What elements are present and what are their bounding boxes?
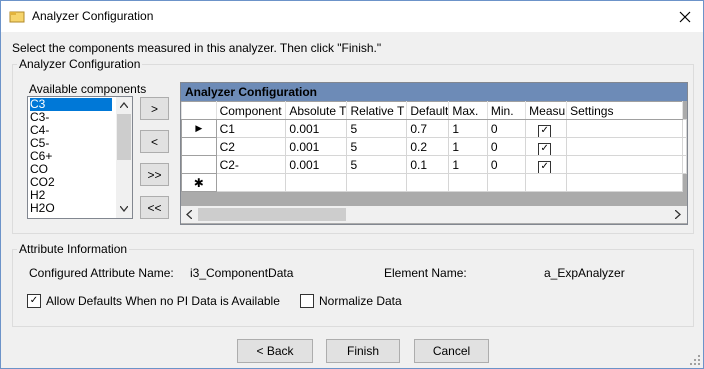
window-title: Analyzer Configuration <box>32 9 154 23</box>
remove-component-button[interactable]: < <box>140 130 169 153</box>
grid-cell-relative[interactable]: 5 <box>346 119 408 138</box>
grid-cell-component[interactable]: C1 <box>215 119 287 138</box>
scroll-left-icon[interactable] <box>186 210 192 219</box>
cancel-button[interactable]: Cancel <box>414 339 489 363</box>
grid-cell-default[interactable]: 0.2 <box>406 137 450 156</box>
add-component-button[interactable]: > <box>140 97 169 120</box>
element-name-value: a_ExpAnalyzer <box>544 266 625 280</box>
column-header-min[interactable]: Min. <box>486 101 527 120</box>
grid-cell-measured[interactable]: ✓ <box>525 137 568 156</box>
analyzer-config-grid[interactable]: Analyzer Configuration Component Absolut… <box>180 82 688 225</box>
column-header-relative[interactable]: Relative T <box>346 101 408 120</box>
row-header[interactable] <box>181 137 217 156</box>
grid-cell[interactable] <box>346 173 408 192</box>
grid-cell-default[interactable]: 0.1 <box>406 155 450 174</box>
grid-cell-default[interactable]: 0.7 <box>406 119 450 138</box>
grid-cell-component[interactable]: C2- <box>215 155 287 174</box>
grid-cell[interactable] <box>525 173 568 192</box>
dialog-window: Analyzer Configuration Select the compon… <box>0 0 704 369</box>
normalize-data-checkbox[interactable] <box>300 294 314 308</box>
close-icon <box>679 11 691 22</box>
grid-table: Component Absolute T Relative T Default … <box>181 101 687 192</box>
element-name-label: Element Name: <box>384 266 467 280</box>
grid-cell-relative[interactable]: 5 <box>346 155 408 174</box>
table-row[interactable]: C2- 0.001 5 0.1 1 0 ✓ <box>181 155 687 174</box>
row-header[interactable] <box>181 155 217 174</box>
grid-header-row: Component Absolute T Relative T Default … <box>181 101 687 120</box>
column-header-default[interactable]: Default <box>406 101 450 120</box>
title-bar: Analyzer Configuration <box>1 1 703 32</box>
grid-cell-settings[interactable] <box>566 137 683 156</box>
grid-cell-min[interactable]: 0 <box>486 119 527 138</box>
measured-checkbox[interactable]: ✓ <box>538 142 552 155</box>
column-header-absolute[interactable]: Absolute T <box>285 101 348 120</box>
instructions-text: Select the components measured in this a… <box>12 41 382 55</box>
new-row-icon: ✱ <box>181 173 217 192</box>
close-button[interactable] <box>667 1 703 32</box>
configured-attribute-value: i3_ComponentData <box>190 266 294 280</box>
normalize-data-label[interactable]: Normalize Data <box>319 294 402 308</box>
scroll-down-icon[interactable] <box>120 206 128 212</box>
grid-cell-settings[interactable] <box>566 155 683 174</box>
column-header-component[interactable]: Component <box>215 101 287 120</box>
grid-cell[interactable] <box>448 173 488 192</box>
check-icon: ✓ <box>29 295 39 306</box>
grid-cell-measured[interactable]: ✓ <box>525 119 568 138</box>
available-components-label: Available components <box>29 82 147 96</box>
column-header-max[interactable]: Max. <box>448 101 488 120</box>
allow-defaults-label[interactable]: Allow Defaults When no PI Data is Availa… <box>46 294 280 308</box>
grid-cell-absolute[interactable]: 0.001 <box>285 119 348 138</box>
grid-horizontal-scrollbar[interactable] <box>181 206 687 223</box>
remove-all-components-button[interactable]: << <box>140 196 169 219</box>
grid-cell-min[interactable]: 0 <box>486 137 527 156</box>
column-header-measured[interactable]: Measu <box>525 101 568 120</box>
grid-corner-header <box>181 101 217 120</box>
grid-cell-settings[interactable] <box>566 119 683 138</box>
grid-cell-relative[interactable]: 5 <box>346 137 408 156</box>
measured-checkbox[interactable]: ✓ <box>538 160 552 173</box>
current-row-icon[interactable]: ▶ <box>181 119 217 138</box>
available-components-list[interactable]: C3 C3- C4- C5- C6+ CO CO2 H2 H2O <box>27 96 133 219</box>
table-row[interactable]: C2 0.001 5 0.2 1 0 ✓ <box>181 137 687 156</box>
list-item[interactable]: H2O <box>30 202 55 215</box>
back-button[interactable]: < Back <box>237 339 313 363</box>
grid-cell[interactable] <box>566 173 683 192</box>
grid-cell-absolute[interactable]: 0.001 <box>285 155 348 174</box>
grid-cell[interactable] <box>486 173 527 192</box>
grid-cell[interactable] <box>215 173 287 192</box>
measured-checkbox[interactable]: ✓ <box>538 124 552 137</box>
grid-cell-max[interactable]: 1 <box>448 137 488 156</box>
attribute-info-group <box>12 249 694 327</box>
grid-cell[interactable] <box>682 137 687 156</box>
resize-grip-icon[interactable] <box>690 355 700 365</box>
add-all-components-button[interactable]: >> <box>140 163 169 186</box>
allow-defaults-checkbox[interactable]: ✓ <box>27 294 41 308</box>
grid-cell-measured[interactable]: ✓ <box>525 155 568 174</box>
grid-caption: Analyzer Configuration <box>181 83 687 101</box>
grid-cell-min[interactable]: 0 <box>486 155 527 174</box>
scroll-right-icon[interactable] <box>675 210 681 219</box>
scroll-up-icon[interactable] <box>120 102 128 108</box>
column-header-settings[interactable]: Settings <box>566 101 683 120</box>
grid-cell-absolute[interactable]: 0.001 <box>285 137 348 156</box>
app-icon <box>9 11 25 23</box>
grid-cell[interactable] <box>406 173 450 192</box>
table-row[interactable]: ▶ C1 0.001 5 0.7 1 0 ✓ <box>181 119 687 138</box>
grid-cell-max[interactable]: 1 <box>448 119 488 138</box>
analyzer-config-group-label: Analyzer Configuration <box>17 57 143 71</box>
grid-scroll-thumb[interactable] <box>198 208 346 221</box>
grid-cell[interactable] <box>682 155 687 174</box>
list-vertical-scrollbar[interactable] <box>116 97 132 218</box>
finish-button[interactable]: Finish <box>326 339 400 363</box>
grid-cell[interactable] <box>285 173 348 192</box>
grid-new-row[interactable]: ✱ <box>181 173 687 192</box>
configured-attribute-label: Configured Attribute Name: <box>29 266 174 280</box>
list-scroll-thumb[interactable] <box>117 114 131 160</box>
grid-cell[interactable] <box>682 119 687 138</box>
grid-cell-component[interactable]: C2 <box>215 137 287 156</box>
grid-cell-max[interactable]: 1 <box>448 155 488 174</box>
attribute-info-group-label: Attribute Information <box>17 242 130 256</box>
